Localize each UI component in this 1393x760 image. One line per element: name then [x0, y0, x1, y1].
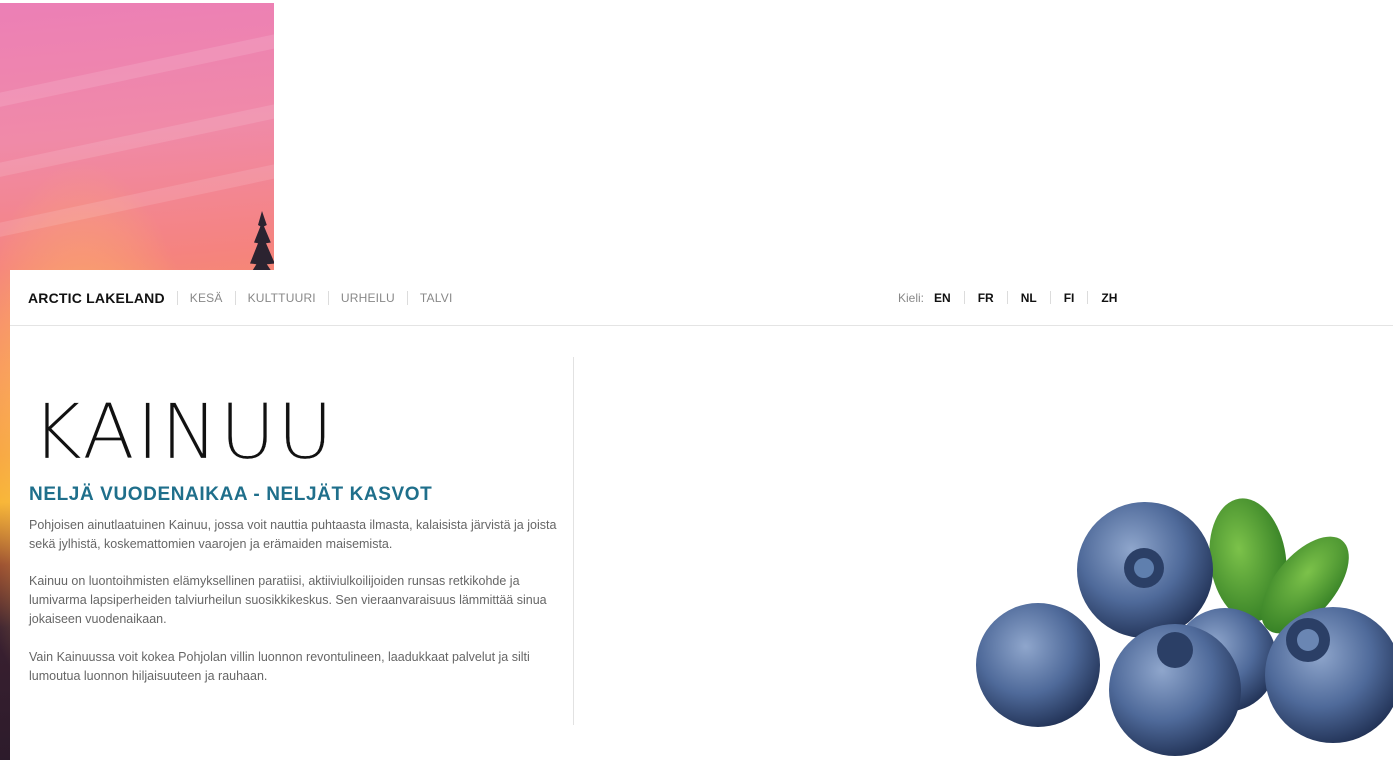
- language-option-fi[interactable]: FI: [1064, 291, 1075, 305]
- vertical-divider: [573, 357, 574, 725]
- cloud-streak: [0, 99, 274, 181]
- nav-link-talvi[interactable]: TALVI: [420, 291, 453, 305]
- cloud-streak: [0, 29, 274, 111]
- intro-paragraph: Pohjoisen ainutlaatuinen Kainuu, jossa v…: [29, 518, 557, 551]
- nav-link-urheilu[interactable]: URHEILU: [341, 291, 395, 305]
- blueberries-image: [976, 498, 1393, 756]
- nav-separator: [327, 290, 329, 305]
- language-separator: [1006, 291, 1008, 304]
- language-option-fr[interactable]: FR: [978, 291, 994, 305]
- blueberry: [976, 603, 1100, 727]
- blueberry: [1157, 632, 1193, 668]
- blueberry: [1297, 629, 1319, 651]
- nav-separator: [406, 290, 408, 305]
- intro-paragraph: Kainuu on luontoihmisten elämyksellinen …: [29, 574, 547, 626]
- language-option-en[interactable]: EN: [934, 291, 951, 305]
- nav-link-kesa[interactable]: KESÄ: [190, 291, 223, 305]
- cloud-streak: [0, 159, 274, 241]
- language-separator: [1049, 291, 1051, 304]
- language-separator: [963, 291, 965, 304]
- nav-separator: [176, 290, 178, 305]
- blueberry: [1134, 558, 1154, 578]
- language-option-nl[interactable]: NL: [1021, 291, 1037, 305]
- page-subtitle: NELJÄ VUODENAIKAA - NELJÄT KASVOT: [29, 484, 433, 505]
- nav-separator: [234, 290, 236, 305]
- brand-link[interactable]: ARCTIC LAKELAND: [28, 290, 165, 306]
- main-nav: KESÄ KULTTUURI URHEILU TALVI: [165, 290, 453, 305]
- top-navigation: ARCTIC LAKELAND KESÄ KULTTUURI URHEILU T…: [10, 270, 1393, 326]
- page-title: KAINUU: [32, 387, 336, 476]
- language-selector: Kieli: EN FR NL FI ZH: [898, 270, 1117, 325]
- language-option-zh[interactable]: ZH: [1101, 291, 1117, 305]
- content-card: ARCTIC LAKELAND KESÄ KULTTUURI URHEILU T…: [10, 270, 1393, 760]
- intro-paragraph: Vain Kainuussa voit kokea Pohjolan villi…: [29, 650, 530, 683]
- nav-link-kulttuuri[interactable]: KULTTUURI: [248, 291, 316, 305]
- language-separator: [1087, 291, 1089, 304]
- language-label: Kieli:: [898, 290, 925, 305]
